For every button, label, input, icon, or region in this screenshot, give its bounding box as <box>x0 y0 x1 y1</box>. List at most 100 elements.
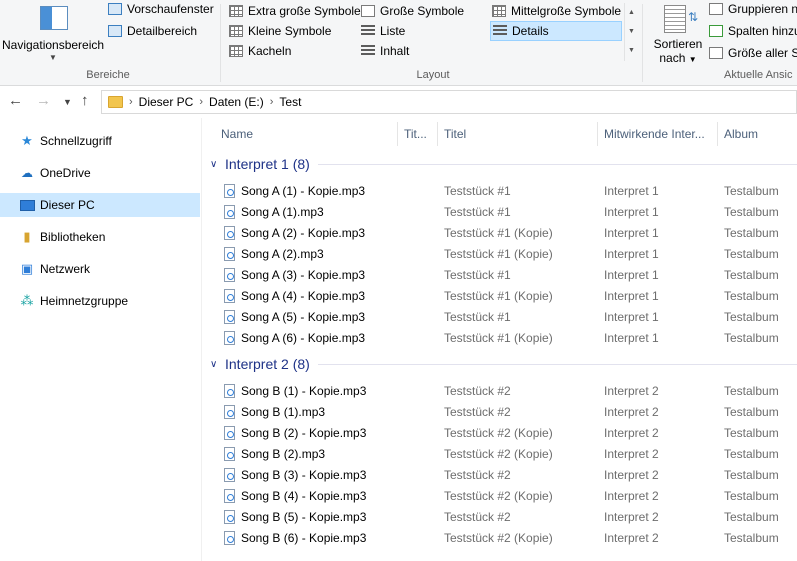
breadcrumb-item[interactable]: Daten (E:) <box>209 95 264 109</box>
group-by-icon <box>709 3 723 15</box>
layout-option-label: Kleine Symbole <box>248 24 332 38</box>
title-cell: Teststück #2 (Kopie) <box>444 446 553 461</box>
table-row[interactable]: Song A (4) - Kopie.mp3 Teststück #1 (Kopi… <box>202 285 797 306</box>
group-separator <box>317 163 797 165</box>
table-row[interactable]: Song A (1) - Kopie.mp3 Teststück #1 Interp… <box>202 180 797 201</box>
layout-details[interactable]: Details <box>490 21 622 41</box>
sidebar-item-this-pc[interactable]: Dieser PC <box>0 193 200 217</box>
table-row[interactable]: Song A (1).mp3 Teststück #1 Interpret 1 Tes… <box>202 201 797 222</box>
chevron-up-icon[interactable]: ▲ <box>625 3 638 22</box>
layout-medium-icons[interactable]: Mittelgroße Symbole <box>492 2 621 20</box>
group-header[interactable]: ∨ Interpret 2 (8) <box>210 354 797 374</box>
table-row[interactable]: Song A (6) - Kopie.mp3 Teststück #1 (Kopi… <box>202 327 797 348</box>
table-row[interactable]: Song B (1).mp3 Teststück #2 Interpret 2 Tes… <box>202 401 797 422</box>
artist-cell: Interpret 1 <box>604 225 659 240</box>
file-name-cell: Song B (6) - Kopie.mp3 <box>224 527 400 548</box>
audio-file-icon <box>224 467 235 482</box>
layout-list[interactable]: Liste <box>361 22 405 40</box>
breadcrumb-chevron-icon[interactable]: › <box>270 96 274 108</box>
preview-pane-button[interactable]: Vorschaufenster <box>108 0 214 18</box>
chevron-down-icon[interactable]: ▼ <box>625 22 638 41</box>
table-row[interactable]: Song A (5) - Kopie.mp3 Teststück #1 Interp… <box>202 306 797 327</box>
album-cell: Testalbum <box>724 183 779 198</box>
back-arrow-icon[interactable]: ← <box>8 92 23 109</box>
file-name: Song B (4) - Kopie.mp3 <box>241 488 367 503</box>
column-header-track[interactable]: Tit... <box>404 120 434 148</box>
sidebar-item-label: OneDrive <box>40 166 91 180</box>
album-cell: Testalbum <box>724 404 779 419</box>
column-divider[interactable] <box>717 122 718 146</box>
group-by-button[interactable]: Gruppieren n <box>709 0 797 18</box>
album-cell: Testalbum <box>724 530 779 545</box>
sidebar-item-label: Netzwerk <box>40 262 91 276</box>
table-row[interactable]: Song A (3) - Kopie.mp3 Teststück #1 Interp… <box>202 264 797 285</box>
layout-small-icons[interactable]: Kleine Symbole <box>229 22 331 40</box>
group-header[interactable]: ∨ Interpret 1 (8) <box>210 154 797 174</box>
layout-extra-large-icons[interactable]: Extra große Symbole <box>229 2 361 20</box>
file-name: Song B (3) - Kopie.mp3 <box>241 467 367 482</box>
table-row[interactable]: Song A (2).mp3 Teststück #1 (Kopie) Interp… <box>202 243 797 264</box>
column-header-title[interactable]: Titel <box>444 120 594 148</box>
column-header-name[interactable]: Name <box>221 120 397 148</box>
title-cell: Teststück #1 (Kopie) <box>444 288 553 303</box>
size-all-columns-label: Größe aller Sp <box>728 46 797 60</box>
table-row[interactable]: Song B (4) - Kopie.mp3 Teststück #2 (Kopi… <box>202 485 797 506</box>
artist-cell: Interpret 2 <box>604 383 659 398</box>
chevron-down-icon[interactable]: ∨ <box>210 359 225 370</box>
preview-pane-icon <box>108 3 122 15</box>
column-divider[interactable] <box>397 122 398 146</box>
add-columns-button[interactable]: Spalten hinzu <box>709 22 797 40</box>
table-row[interactable]: Song B (2).mp3 Teststück #2 (Kopie) Interp… <box>202 443 797 464</box>
group-title: Interpret 1 (8) <box>225 156 310 172</box>
audio-file-icon <box>224 509 235 524</box>
column-header-artists[interactable]: Mitwirkende Inter... <box>604 120 716 148</box>
gallery-expand-icon[interactable]: ▼ <box>625 41 638 60</box>
album-cell: Testalbum <box>724 330 779 345</box>
layout-large-icons[interactable]: Große Symbole <box>361 2 464 20</box>
table-row[interactable]: Song B (6) - Kopie.mp3 Teststück #2 (Kopi… <box>202 527 797 548</box>
layout-tiles[interactable]: Kacheln <box>229 42 291 60</box>
sidebar-item-quick-access[interactable]: ★ Schnellzugriff <box>0 129 200 153</box>
file-name-cell: Song B (1) - Kopie.mp3 <box>224 380 400 401</box>
title-cell: Teststück #1 (Kopie) <box>444 225 553 240</box>
table-row[interactable]: Song B (5) - Kopie.mp3 Teststück #2 Interp… <box>202 506 797 527</box>
layout-gallery-scroller[interactable]: ▲ ▼ ▼ <box>624 3 638 61</box>
computer-icon <box>19 197 35 213</box>
breadcrumb-chevron-icon[interactable]: › <box>199 96 203 108</box>
sidebar-item-libraries[interactable]: ▮ Bibliotheken <box>0 225 200 249</box>
forward-arrow-icon[interactable]: → <box>36 92 51 109</box>
chevron-down-icon[interactable]: ∨ <box>210 159 225 170</box>
breadcrumb-item[interactable]: Dieser PC <box>139 95 194 109</box>
breadcrumb-item[interactable]: Test <box>279 95 301 109</box>
column-divider[interactable] <box>597 122 598 146</box>
sidebar-item-onedrive[interactable]: ☁ OneDrive <box>0 161 200 185</box>
sidebar-item-homegroup[interactable]: ⁂ Heimnetzgruppe <box>0 289 200 313</box>
details-pane-button[interactable]: Detailbereich <box>108 22 197 40</box>
table-row[interactable]: Song B (1) - Kopie.mp3 Teststück #2 Interp… <box>202 380 797 401</box>
file-name-cell: Song A (2) - Kopie.mp3 <box>224 222 400 243</box>
address-bar[interactable]: › Dieser PC › Daten (E:) › Test <box>101 90 797 114</box>
group-label-bereiche: Bereiche <box>86 69 130 81</box>
navigation-pane-icon <box>40 6 68 30</box>
cloud-icon: ☁ <box>21 166 33 180</box>
column-divider[interactable] <box>437 122 438 146</box>
audio-file-icon <box>224 330 235 345</box>
title-cell: Teststück #1 <box>444 267 511 282</box>
title-cell: Teststück #2 <box>444 404 511 419</box>
column-header-album[interactable]: Album <box>724 120 797 148</box>
file-list: Name Tit... Titel Mitwirkende Inter... A… <box>202 118 797 561</box>
album-cell: Testalbum <box>724 446 779 461</box>
layout-content[interactable]: Inhalt <box>361 42 409 60</box>
table-row[interactable]: Song B (2) - Kopie.mp3 Teststück #2 (Kopi… <box>202 422 797 443</box>
file-name-cell: Song B (3) - Kopie.mp3 <box>224 464 400 485</box>
table-row[interactable]: Song A (2) - Kopie.mp3 Teststück #1 (Kopi… <box>202 222 797 243</box>
sort-by-button[interactable]: ⇅ Sortieren nach ▼ <box>650 2 706 65</box>
sidebar-item-network[interactable]: ▣ Netzwerk <box>0 257 200 281</box>
recent-locations-chevron-icon[interactable]: ▼ <box>63 97 72 107</box>
size-all-columns-button[interactable]: Größe aller Sp <box>709 44 797 62</box>
table-row[interactable]: Song B (3) - Kopie.mp3 Teststück #2 Interp… <box>202 464 797 485</box>
up-arrow-icon[interactable]: ↑ <box>81 92 89 109</box>
album-cell: Testalbum <box>724 488 779 503</box>
breadcrumb-chevron-icon[interactable]: › <box>129 96 133 108</box>
navigation-pane-button[interactable]: Navigationsbereich ▼ <box>2 2 104 64</box>
